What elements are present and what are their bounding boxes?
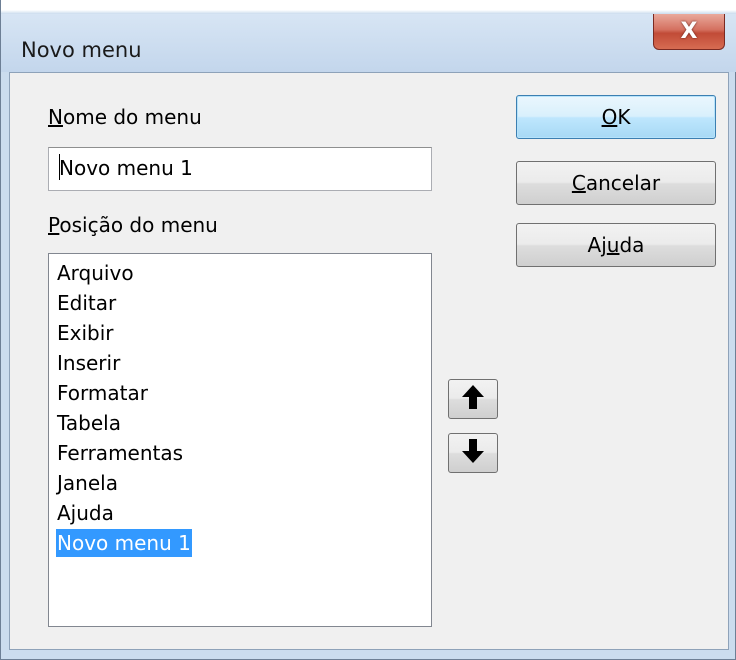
title-bar[interactable]: Novo menu xyxy=(1,14,736,72)
list-item[interactable]: Tabela xyxy=(56,409,122,437)
list-item[interactable]: Arquivo xyxy=(56,259,135,287)
menu-name-label-text: ome do menu xyxy=(62,105,202,129)
help-button-text-pre: Aj xyxy=(587,233,607,257)
cancel-button-text: ancelar xyxy=(585,171,661,195)
list-item[interactable]: Editar xyxy=(56,289,117,317)
cancel-button[interactable]: Cancelar xyxy=(516,161,716,205)
list-item[interactable]: Inserir xyxy=(56,349,121,377)
list-item[interactable]: Ajuda xyxy=(56,499,115,527)
menu-position-label-accel: P xyxy=(48,213,60,237)
move-down-button[interactable] xyxy=(448,433,498,473)
help-button[interactable]: Aj u da xyxy=(516,223,716,267)
help-button-accel: u xyxy=(606,233,620,257)
new-menu-dialog: Novo menu X Nome do menu Novo menu 1 Pos… xyxy=(0,0,736,660)
arrow-up-icon xyxy=(461,384,485,414)
move-up-button[interactable] xyxy=(448,379,498,419)
menu-name-label: Nome do menu xyxy=(48,105,202,129)
list-item[interactable]: Janela xyxy=(56,469,119,497)
close-button[interactable]: X xyxy=(653,14,725,50)
menu-name-label-accel: N xyxy=(48,105,63,129)
arrow-down-icon xyxy=(461,438,485,468)
menu-name-value: Novo menu 1 xyxy=(59,156,193,180)
dialog-client-area: Nome do menu Novo menu 1 Posição do menu… xyxy=(9,72,729,650)
list-item[interactable]: Exibir xyxy=(56,319,115,347)
ok-button-text: K xyxy=(617,105,631,129)
menu-position-label-text: osição do menu xyxy=(59,213,218,237)
ok-button[interactable]: OK xyxy=(516,95,716,139)
list-item-selected[interactable]: Novo menu 1 xyxy=(56,529,192,557)
ok-button-accel: O xyxy=(601,105,618,129)
cancel-button-accel: C xyxy=(571,171,586,195)
window-top-edge xyxy=(1,0,736,14)
text-caret xyxy=(59,154,60,180)
menu-name-input[interactable]: Novo menu 1 xyxy=(48,147,432,191)
menu-position-list[interactable]: Arquivo Editar Exibir Inserir Formatar T… xyxy=(48,253,432,627)
window-title: Novo menu xyxy=(21,38,142,62)
list-item[interactable]: Ferramentas xyxy=(56,439,184,467)
list-item[interactable]: Formatar xyxy=(56,379,149,407)
menu-position-label: Posição do menu xyxy=(48,213,218,237)
close-icon: X xyxy=(680,19,698,44)
help-button-text-post: da xyxy=(619,233,645,257)
